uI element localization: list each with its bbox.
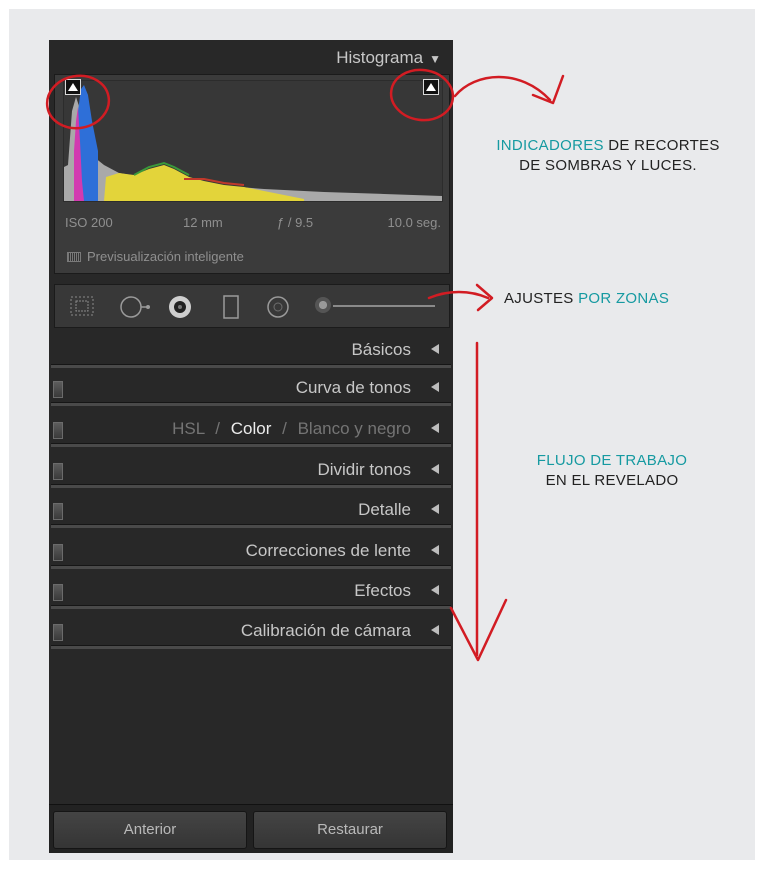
zones-arrow-line <box>427 290 490 300</box>
shadow-clip-circle <box>45 74 111 130</box>
annotation-overlay <box>45 68 565 662</box>
workflow-arrowhead <box>449 598 508 662</box>
highlight-clip-circle <box>389 68 455 122</box>
